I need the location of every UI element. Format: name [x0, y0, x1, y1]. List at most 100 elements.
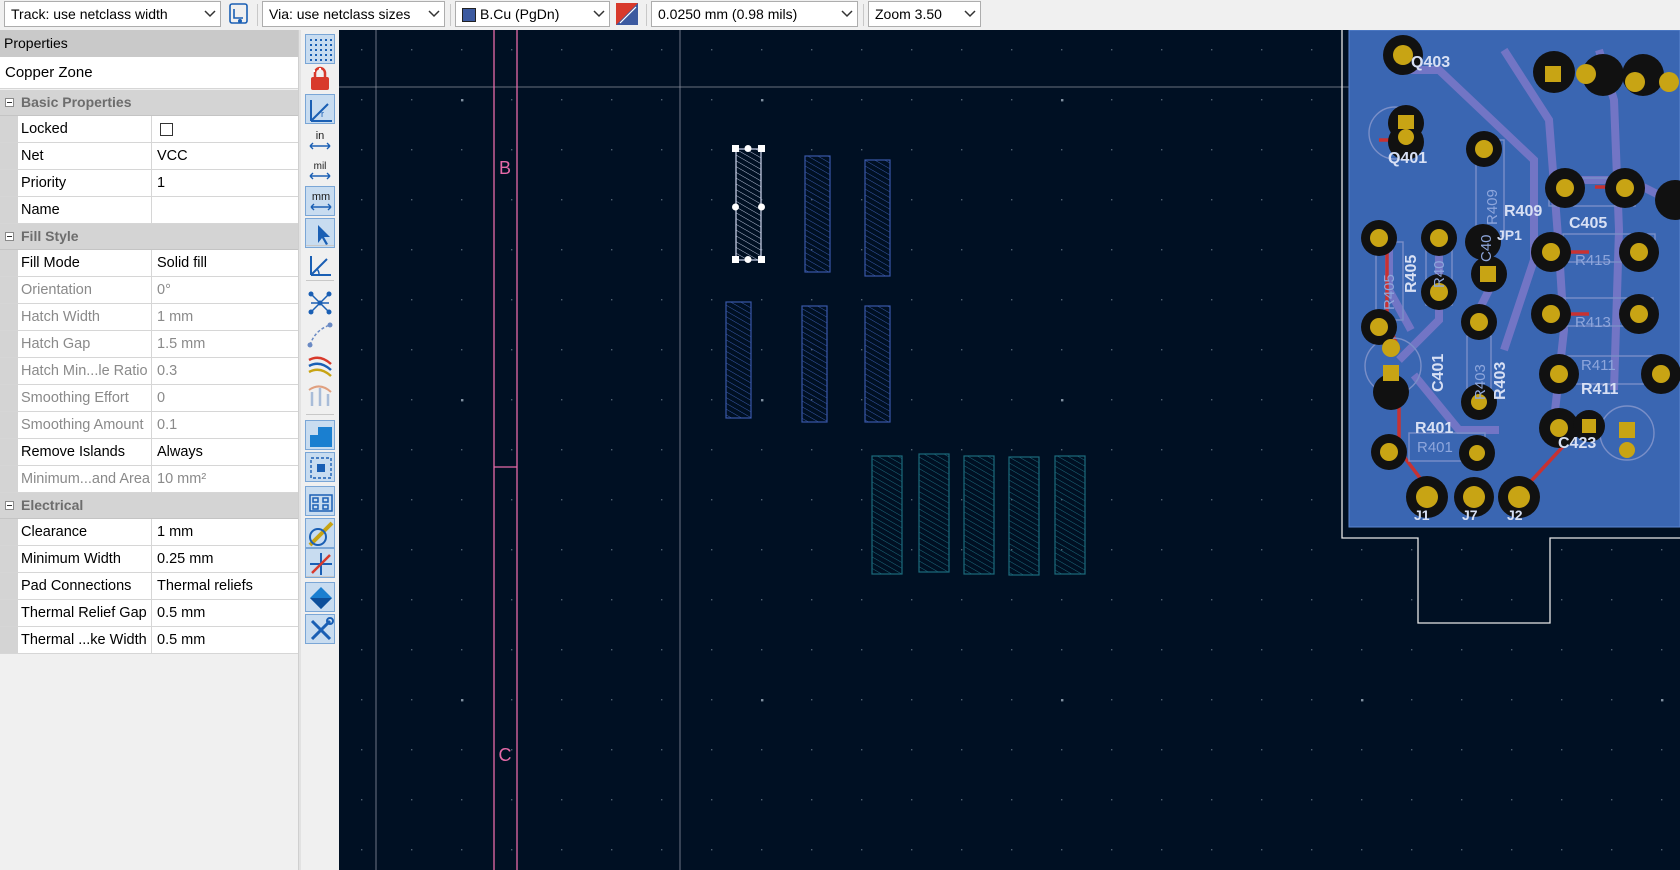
grid-size-value: 0.0250 mm (0.98 mils)	[658, 6, 798, 22]
property-value[interactable]: Solid fill	[157, 250, 297, 276]
row-gutter	[0, 385, 18, 411]
row-gutter	[0, 600, 18, 626]
row-gutter	[0, 304, 18, 330]
property-row[interactable]: Smoothing Amount 0.1	[0, 412, 298, 439]
row-gutter	[0, 170, 18, 196]
via-size-select[interactable]: Via: use netclass sizes	[262, 1, 445, 27]
property-row[interactable]: Fill Mode Solid fill	[0, 250, 298, 277]
via-size-value: Via: use netclass sizes	[269, 6, 411, 22]
property-name: Thermal Relief Gap	[21, 600, 152, 626]
collapse-icon[interactable]	[5, 232, 14, 241]
property-row[interactable]: Remove Islands Always	[0, 439, 298, 466]
grid-toggle-icon[interactable]	[305, 34, 335, 64]
track-outline-icon[interactable]	[305, 548, 335, 578]
zone-outline-icon[interactable]	[305, 452, 335, 482]
high-contrast-icon[interactable]	[305, 380, 335, 410]
property-value[interactable]: 0.25 mm	[157, 546, 297, 572]
curved-ratsnest-icon[interactable]	[305, 320, 335, 350]
property-name: Smoothing Amount	[21, 412, 152, 438]
property-name: Smoothing Effort	[21, 385, 152, 411]
via-outline-icon[interactable]	[305, 518, 335, 548]
property-row[interactable]: Thermal ...ke Width 0.5 mm	[0, 627, 298, 654]
unit-inches-icon[interactable]: in	[305, 126, 335, 156]
net-highlight-icon[interactable]	[305, 350, 335, 380]
property-value[interactable]	[157, 197, 297, 223]
zoom-select[interactable]: Zoom 3.50	[868, 1, 981, 27]
lock-icon[interactable]	[305, 64, 335, 94]
chevron-down-icon	[964, 2, 976, 26]
collapse-icon[interactable]	[5, 98, 14, 107]
property-row[interactable]: Hatch Width 1 mm	[0, 304, 298, 331]
pad-outline-icon[interactable]	[305, 486, 335, 516]
property-row[interactable]: Minimum Width 0.25 mm	[0, 546, 298, 573]
category-electrical[interactable]: Electrical	[0, 493, 298, 519]
locked-checkbox[interactable]	[160, 123, 173, 136]
properties-panel-icon[interactable]	[305, 614, 335, 644]
grid-size-select[interactable]: 0.0250 mm (0.98 mils)	[651, 1, 858, 27]
category-fill-style[interactable]: Fill Style	[0, 224, 298, 250]
sheet-label-c: C	[499, 745, 512, 765]
svg-text:Q403: Q403	[1411, 54, 1450, 71]
property-value: 0°	[157, 282, 171, 298]
zone-fill-icon[interactable]	[305, 420, 335, 450]
property-name: Pad Connections	[21, 573, 152, 599]
item-type-label: Copper Zone	[0, 57, 300, 89]
property-value[interactable]: Always	[157, 439, 297, 465]
property-row[interactable]: Smoothing Effort 0	[0, 385, 298, 412]
property-row[interactable]: Locked	[0, 116, 298, 143]
unit-mils-icon[interactable]: mil	[305, 156, 335, 186]
angle-constraint-icon[interactable]	[305, 250, 335, 280]
ratsnest-icon[interactable]	[305, 288, 335, 318]
property-value[interactable]: 0.5 mm	[157, 627, 297, 653]
property-row[interactable]: Clearance 1 mm	[0, 519, 298, 546]
track-width-mode-icon[interactable]	[226, 1, 252, 27]
svg-text:R403: R403	[1472, 364, 1489, 400]
property-value: 0.3	[157, 363, 178, 379]
unit-mm-icon[interactable]: mm	[305, 186, 335, 216]
layers-manager-icon[interactable]	[305, 582, 335, 612]
property-value: 1.5 mm	[157, 336, 206, 352]
svg-text:R413: R413	[1575, 314, 1611, 331]
layer-color-swatch	[462, 8, 476, 22]
property-name: Net	[21, 143, 152, 169]
category-basic-properties[interactable]: Basic Properties	[0, 90, 298, 116]
property-row[interactable]: Thermal Relief Gap 0.5 mm	[0, 600, 298, 627]
layer-pair-icon[interactable]	[614, 1, 640, 27]
property-value[interactable]: Thermal reliefs	[157, 573, 297, 599]
pcb-canvas[interactable]: B C Q403 Q401 R409 R401 R411 C423 C405 J…	[339, 30, 1680, 870]
property-value[interactable]: 0.5 mm	[157, 600, 297, 626]
property-value[interactable]	[157, 116, 297, 142]
chevron-down-icon	[428, 2, 440, 26]
row-gutter	[0, 197, 18, 223]
category-label: Basic Properties	[21, 94, 132, 110]
property-row[interactable]: Name	[0, 197, 298, 224]
layer-select[interactable]: B.Cu (PgDn)	[455, 1, 610, 27]
property-name: Remove Islands	[21, 439, 152, 465]
svg-text:R411: R411	[1581, 357, 1616, 374]
track-width-select[interactable]: Track: use netclass width	[4, 1, 221, 27]
property-value[interactable]: 1	[157, 170, 297, 196]
property-row[interactable]: Orientation 0°	[0, 277, 298, 304]
row-gutter	[0, 331, 18, 357]
row-gutter	[0, 466, 18, 492]
collapse-icon[interactable]	[5, 501, 14, 510]
property-value: 0	[157, 390, 166, 406]
cursor-shape-icon[interactable]	[305, 218, 335, 248]
unit-label: mm	[312, 191, 330, 203]
property-row[interactable]: Pad Connections Thermal reliefs	[0, 573, 298, 600]
row-gutter	[0, 277, 18, 303]
property-name: Minimum...and Area	[21, 466, 152, 492]
property-name: Name	[21, 197, 152, 223]
property-row[interactable]: Hatch Gap 1.5 mm	[0, 331, 298, 358]
svg-text:R411: R411	[1581, 381, 1618, 398]
property-row[interactable]: Minimum...and Area 10 mm²	[0, 466, 298, 493]
property-value[interactable]: 1 mm	[157, 519, 297, 545]
polar-coords-icon[interactable]: r	[305, 94, 335, 124]
property-row[interactable]: Hatch Min...le Ratio 0.3	[0, 358, 298, 385]
property-row[interactable]: Priority 1	[0, 170, 298, 197]
svg-text:C401: C401	[1430, 354, 1447, 392]
property-name: Clearance	[21, 519, 152, 545]
property-row[interactable]: Net VCC	[0, 143, 298, 170]
pcb-board[interactable]: Q403 Q401 R409 R401 R411 C423 C405 J1 J7…	[1348, 30, 1680, 528]
property-value[interactable]: VCC	[157, 143, 297, 169]
